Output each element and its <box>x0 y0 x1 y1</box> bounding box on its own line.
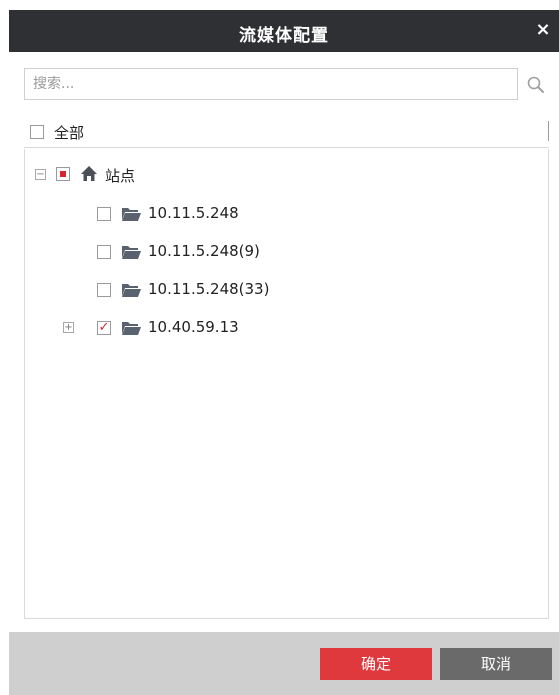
select-all-label: 全部 <box>54 124 85 142</box>
tree-node-item[interactable]: + ✓ 10.40.59.13 <box>63 316 343 340</box>
node-checkbox[interactable] <box>97 207 111 221</box>
dialog-title: 流媒体配置 <box>239 26 329 46</box>
collapse-icon[interactable]: − <box>35 169 46 180</box>
tree-node-item[interactable]: 10.11.5.248(9) <box>85 240 345 264</box>
expand-icon[interactable]: + <box>63 322 74 333</box>
folder-icon <box>122 284 141 297</box>
search-input[interactable] <box>24 68 518 100</box>
dialog-footer: 确定 取消 <box>9 632 559 695</box>
dialog-body: 全部 − 站点 10.11.5.248 <box>9 52 559 632</box>
tree-node-label: 10.11.5.248(33) <box>148 280 270 298</box>
node-checkbox[interactable] <box>97 283 111 297</box>
close-icon[interactable]: × <box>534 20 552 40</box>
folder-icon <box>122 322 141 335</box>
root-checkbox[interactable] <box>56 167 70 181</box>
search-icon[interactable] <box>526 75 546 95</box>
tree-node-label: 10.11.5.248(9) <box>148 242 260 260</box>
node-checkbox[interactable] <box>97 245 111 259</box>
tree-node-label: 10.40.59.13 <box>148 318 239 336</box>
site-tree: − 站点 10.11.5.248 10.11.5.248(9) 10.11.5.… <box>24 149 549 619</box>
folder-icon <box>122 246 141 259</box>
cancel-button[interactable]: 取消 <box>440 648 552 680</box>
node-checkbox[interactable]: ✓ <box>97 321 111 335</box>
select-all-checkbox[interactable] <box>30 125 44 139</box>
tree-node-item[interactable]: 10.11.5.248(33) <box>85 278 345 302</box>
stream-media-config-dialog: 流媒体配置 × 全部 − 站点 <box>9 10 559 695</box>
folder-icon <box>122 208 141 221</box>
column-divider <box>548 121 549 141</box>
select-all-row: 全部 <box>24 114 549 148</box>
title-bar: 流媒体配置 × <box>9 10 559 52</box>
tree-node-label: 站点 <box>105 167 136 185</box>
tree-node-root[interactable]: − 站点 <box>35 163 235 187</box>
home-icon <box>81 166 97 181</box>
confirm-button[interactable]: 确定 <box>320 648 432 680</box>
tree-node-item[interactable]: 10.11.5.248 <box>85 202 345 226</box>
tree-node-label: 10.11.5.248 <box>148 204 239 222</box>
